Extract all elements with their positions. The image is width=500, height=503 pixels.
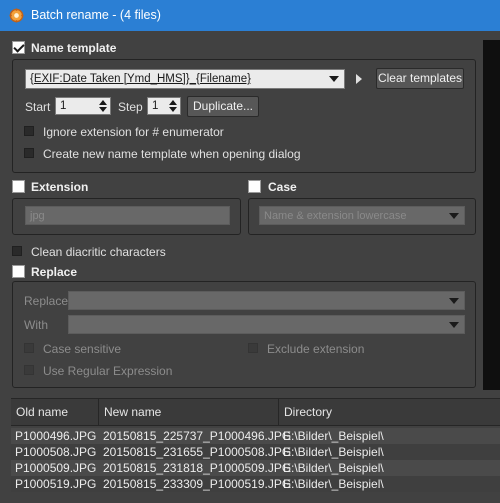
create-template-label: Create new name template when opening di… [43,147,301,161]
extension-value: jpg [30,210,45,222]
ignore-extension-checkbox[interactable] [24,126,34,136]
create-template-checkbox[interactable] [24,148,34,158]
table-row[interactable]: P1000519.JPG 20150815_233309_P1000519.JP… [11,476,500,492]
step-spinner[interactable]: 1 [147,97,181,115]
insert-placeholder-arrow-icon[interactable] [356,74,362,84]
name-template-checkbox[interactable] [12,41,25,54]
new-name-cell: 20150815_233309_P1000519.JPG [103,477,292,491]
panel-divider [483,40,500,390]
case-sensitive-checkbox[interactable] [24,343,34,353]
exclude-extension-checkbox[interactable] [248,343,258,353]
extension-field[interactable]: jpg [25,206,230,225]
directory-cell: E:\Bilder\_Beispiel\ [283,429,384,443]
clean-diacritic-label: Clean diacritic characters [31,245,166,259]
replace-label: Replace [24,294,69,308]
chevron-down-icon [449,322,459,328]
clear-templates-button[interactable]: Clear templates [376,68,464,89]
spinner-arrows-icon[interactable] [168,99,178,113]
step-value: 1 [152,100,159,112]
file-table-header: Old name New name Directory [11,398,500,426]
start-label: Start [25,100,51,114]
name-template-combo[interactable]: {EXIF:Date Taken [Ymd_HMS]}_{Filename} [25,69,345,89]
chevron-down-icon [449,298,459,304]
step-label: Step [118,100,143,114]
old-name-cell: P1000508.JPG [15,445,97,459]
directory-cell: E:\Bilder\_Beispiel\ [283,445,384,459]
directory-cell: E:\Bilder\_Beispiel\ [283,461,384,475]
name-template-value: {EXIF:Date Taken [Ymd_HMS]}_{Filename} [30,73,251,85]
new-name-cell: 20150815_231655_P1000508.JPG [103,445,292,459]
case-heading: Case [268,180,297,194]
title-bar: Batch rename - (4 files) [0,0,500,31]
extension-checkbox[interactable] [12,180,25,193]
directory-cell: E:\Bilder\_Beispiel\ [283,477,384,491]
old-name-cell: P1000519.JPG [15,477,97,491]
duplicate-button[interactable]: Duplicate... [187,96,259,117]
new-name-cell: 20150815_225737_P1000496.JPG [103,429,292,443]
old-name-cell: P1000509.JPG [15,461,97,475]
start-value: 1 [60,100,67,112]
with-label: With [24,318,48,332]
new-name-cell: 20150815_231818_P1000509.JPG [103,461,292,475]
table-row[interactable]: P1000496.JPG 20150815_225737_P1000496.JP… [11,428,500,444]
exclude-extension-label: Exclude extension [267,342,365,356]
regex-label: Use Regular Expression [43,364,173,378]
old-name-cell: P1000496.JPG [15,429,97,443]
replace-combo[interactable] [68,291,465,310]
case-checkbox[interactable] [248,180,261,193]
extension-heading: Extension [31,180,89,194]
regex-checkbox[interactable] [24,365,34,375]
window-title: Batch rename - (4 files) [31,8,161,22]
table-empty-area [11,492,500,503]
with-combo[interactable] [68,315,465,334]
name-template-heading: Name template [31,41,117,55]
replace-heading: Replace [31,265,78,279]
case-combo[interactable]: Name & extension lowercase [259,206,465,225]
column-header-new-name[interactable]: New name [99,399,279,425]
ignore-extension-label: Ignore extension for # enumerator [43,125,224,139]
chevron-down-icon [329,76,339,82]
table-row[interactable]: P1000509.JPG 20150815_231818_P1000509.JP… [11,460,500,476]
table-row[interactable]: P1000508.JPG 20150815_231655_P1000508.JP… [11,444,500,460]
start-spinner[interactable]: 1 [55,97,111,115]
column-header-old-name[interactable]: Old name [11,399,99,425]
case-value: Name & extension lowercase [264,210,407,222]
case-sensitive-label: Case sensitive [43,342,122,356]
clean-diacritic-checkbox[interactable] [12,246,22,256]
settings-gear-icon [9,8,24,23]
chevron-down-icon [449,213,459,219]
column-header-directory[interactable]: Directory [279,399,500,425]
replace-checkbox[interactable] [12,265,25,278]
spinner-arrows-icon[interactable] [98,99,108,113]
